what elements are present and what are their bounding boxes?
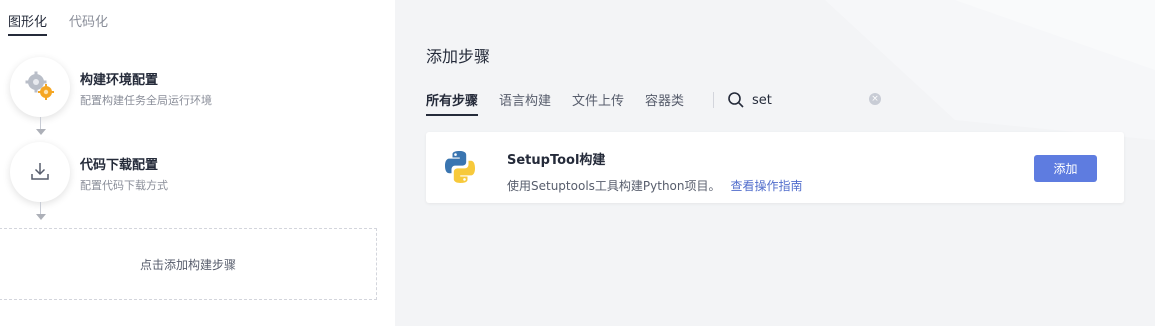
pipeline-steps-panel: 图形化 代码化 构建环境配置 配置构建任务全局运行环境 代码下载配置 配置代码下… [0, 0, 395, 326]
step-code-download[interactable]: 代码下载配置 配置代码下载方式 [10, 142, 380, 202]
step-code-download-icon-circle [10, 142, 70, 202]
panel-title: 添加步骤 [426, 47, 491, 66]
arrow-down-icon [36, 214, 46, 220]
search-box: × [725, 88, 885, 112]
step-build-env[interactable]: 构建环境配置 配置构建任务全局运行环境 [10, 57, 380, 117]
arrow-down-icon [36, 129, 46, 135]
python-logo-icon [444, 150, 476, 187]
step-build-env-icon-circle [10, 57, 70, 117]
add-button[interactable]: 添加 [1034, 155, 1097, 182]
step-title: 构建环境配置 [80, 73, 159, 88]
search-input[interactable] [752, 90, 862, 110]
result-desc-text: 使用Setuptools工具构建Python项目。 [507, 179, 721, 193]
gears-icon [24, 70, 56, 105]
result-title: SetupTool构建 [507, 153, 606, 168]
category-tabs: 所有步骤 语言构建 文件上传 容器类 [426, 90, 684, 116]
clear-icon[interactable]: × [869, 93, 881, 105]
step-result-card: SetupTool构建 使用Setuptools工具构建Python项目。 查看操… [426, 132, 1124, 203]
tab-language-build[interactable]: 语言构建 [499, 90, 551, 116]
tab-graphical[interactable]: 图形化 [8, 0, 48, 36]
mode-tabs: 图形化 代码化 [8, 0, 108, 36]
step-connector [40, 117, 41, 129]
step-connector [40, 202, 41, 214]
step-description: 配置构建任务全局运行环境 [80, 94, 212, 107]
tab-code[interactable]: 代码化 [69, 0, 108, 36]
result-description: 使用Setuptools工具构建Python项目。 查看操作指南 [507, 177, 803, 194]
tab-all-steps[interactable]: 所有步骤 [426, 90, 479, 116]
tabs-divider [713, 92, 714, 108]
step-description: 配置代码下载方式 [80, 179, 168, 192]
search-icon [727, 91, 745, 112]
tab-file-upload[interactable]: 文件上传 [572, 90, 624, 116]
tab-container[interactable]: 容器类 [645, 90, 684, 116]
download-icon [29, 160, 51, 185]
add-step-panel: 添加步骤 所有步骤 语言构建 文件上传 容器类 × SetupTool构建 [395, 0, 1155, 326]
view-guide-link[interactable]: 查看操作指南 [731, 179, 803, 193]
add-build-step-placeholder[interactable]: 点击添加构建步骤 [0, 228, 377, 300]
step-title: 代码下载配置 [80, 158, 159, 173]
